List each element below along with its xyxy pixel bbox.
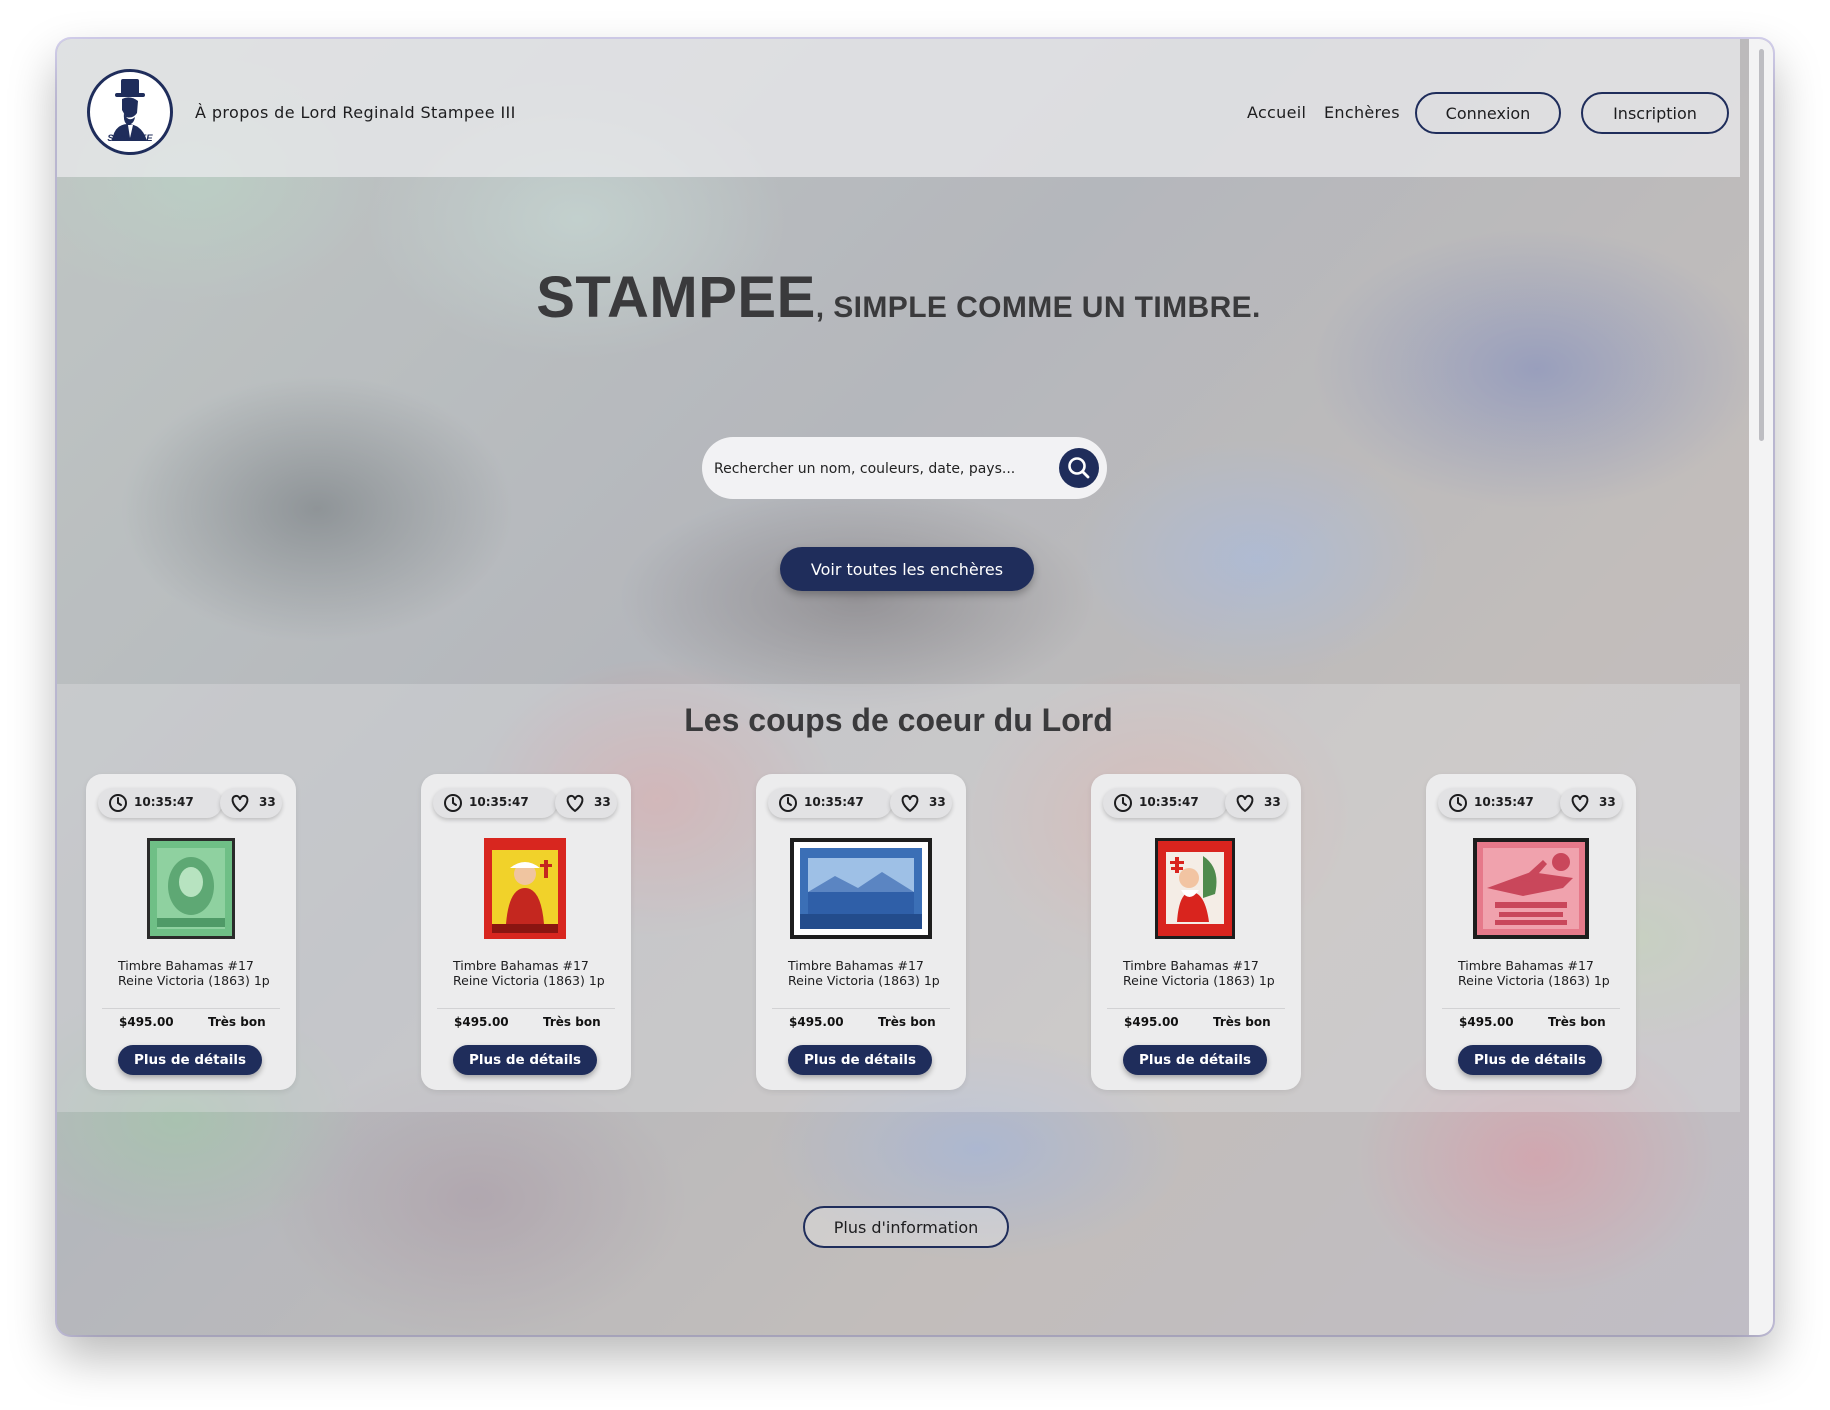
green-king-stamp-image[interactable] <box>147 838 235 939</box>
hero-title-brand: STAMPEE <box>536 265 816 330</box>
likes-badge[interactable]: 33 <box>1560 788 1622 818</box>
timer-badge: 10:35:47 <box>1103 788 1227 818</box>
card-condition: Très bon <box>1548 1015 1606 1029</box>
details-button[interactable]: Plus de détails <box>1458 1045 1602 1075</box>
likes-count: 33 <box>594 795 611 809</box>
likes-badge[interactable]: 33 <box>220 788 282 818</box>
clock-icon <box>779 794 797 812</box>
auction-card: 10:35:47 33 Timbre Bahamas #17 Reine Vict… <box>1091 774 1301 1090</box>
about-link[interactable]: À propos de Lord Reginald Stampee III <box>195 103 516 122</box>
timer-value: 10:35:47 <box>1474 795 1534 809</box>
scrollbar[interactable] <box>1749 39 1773 1335</box>
red-santa-seal-stamp-image[interactable] <box>1155 838 1235 939</box>
details-button[interactable]: Plus de détails <box>1123 1045 1267 1075</box>
likes-badge[interactable]: 33 <box>555 788 617 818</box>
card-price: $495.00 <box>789 1015 844 1029</box>
timer-value: 10:35:47 <box>469 795 529 809</box>
heart-icon[interactable] <box>1569 793 1591 813</box>
timer-badge: 10:35:47 <box>1438 788 1562 818</box>
stampee-logo[interactable]: STAMPEE <box>87 69 173 155</box>
clock-icon <box>444 794 462 812</box>
likes-count: 33 <box>1264 795 1281 809</box>
card-title: Timbre Bahamas #17 Reine Victoria (1863) … <box>453 958 605 988</box>
card-price: $495.00 <box>1459 1015 1514 1029</box>
card-condition: Très bon <box>543 1015 601 1029</box>
timer-value: 10:35:47 <box>1139 795 1199 809</box>
auction-card: 10:35:47 33 Timbre Bahamas #17 Reine Vict… <box>756 774 966 1090</box>
card-title: Timbre Bahamas #17 Reine Victoria (1863) … <box>1458 958 1610 988</box>
card-price: $495.00 <box>119 1015 174 1029</box>
clock-icon <box>1114 794 1132 812</box>
timer-badge: 10:35:47 <box>768 788 892 818</box>
more-info-button[interactable]: Plus d'information <box>803 1206 1009 1248</box>
card-condition: Très bon <box>1213 1015 1271 1029</box>
nav-auctions-link[interactable]: Enchères <box>1324 103 1400 122</box>
featured-title: Les coups de coeur du Lord <box>684 702 1113 738</box>
browser-window: STAMPEE À propos de Lord Reginald Stampe… <box>57 39 1773 1335</box>
heart-icon[interactable] <box>229 793 251 813</box>
search-bar <box>702 437 1107 499</box>
auction-card: 10:35:47 33 Timbre Bahamas #17 Reine Vict… <box>421 774 631 1090</box>
auction-card: 10:35:47 33 Timbre Bahamas #17 Reine Vict… <box>86 774 296 1090</box>
card-price: $495.00 <box>454 1015 509 1029</box>
auction-card: 10:35:47 33 Timbre Bahamas #17 Reine Vict… <box>1426 774 1636 1090</box>
heart-icon[interactable] <box>899 793 921 813</box>
pink-war-savings-stamp-image[interactable] <box>1473 838 1589 939</box>
heart-icon[interactable] <box>1234 793 1256 813</box>
card-price: $495.00 <box>1124 1015 1179 1029</box>
search-input[interactable] <box>712 451 1046 487</box>
likes-badge[interactable]: 33 <box>1225 788 1287 818</box>
timer-badge: 10:35:47 <box>433 788 557 818</box>
hero-title: STAMPEE, SIMPLE COMME UN TIMBRE. <box>57 264 1740 331</box>
timer-badge: 10:35:47 <box>98 788 222 818</box>
scrollbar-thumb[interactable] <box>1759 49 1764 441</box>
blue-canada-landscape-stamp-image[interactable] <box>790 838 932 939</box>
view-all-auctions-button[interactable]: Voir toutes les enchères <box>780 547 1034 591</box>
nav-home-link[interactable]: Accueil <box>1247 103 1306 122</box>
likes-count: 33 <box>929 795 946 809</box>
card-condition: Très bon <box>878 1015 936 1029</box>
details-button[interactable]: Plus de détails <box>118 1045 262 1075</box>
login-button[interactable]: Connexion <box>1415 92 1561 134</box>
search-button[interactable] <box>1059 448 1099 488</box>
hero-title-tagline: , SIMPLE COMME UN TIMBRE. <box>815 291 1261 324</box>
timer-value: 10:35:47 <box>134 795 194 809</box>
clock-icon <box>109 794 127 812</box>
search-icon <box>1068 457 1090 479</box>
logo-wordmark: STAMPEE <box>107 133 153 144</box>
card-title: Timbre Bahamas #17 Reine Victoria (1863) … <box>788 958 940 988</box>
details-button[interactable]: Plus de détails <box>453 1045 597 1075</box>
likes-count: 33 <box>259 795 276 809</box>
red-yellow-christmas-stamp-image[interactable] <box>484 838 566 939</box>
timer-value: 10:35:47 <box>804 795 864 809</box>
clock-icon <box>1449 794 1467 812</box>
signup-button[interactable]: Inscription <box>1581 92 1729 134</box>
card-title: Timbre Bahamas #17 Reine Victoria (1863) … <box>1123 958 1275 988</box>
details-button[interactable]: Plus de détails <box>788 1045 932 1075</box>
card-title: Timbre Bahamas #17 Reine Victoria (1863) … <box>118 958 270 988</box>
card-condition: Très bon <box>208 1015 266 1029</box>
likes-count: 33 <box>1599 795 1616 809</box>
heart-icon[interactable] <box>564 793 586 813</box>
likes-badge[interactable]: 33 <box>890 788 952 818</box>
